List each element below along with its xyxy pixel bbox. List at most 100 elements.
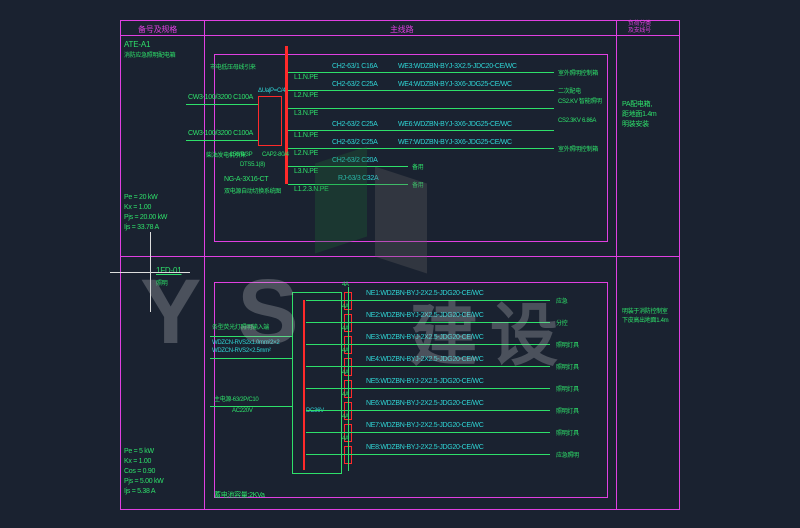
- wire: WE3:WDZBN-BYJ-3X2.5-JDC20-CE/WC: [398, 63, 517, 70]
- wire: WE6:WDZBN-BYJ-3X6-JDG25-CE/WC: [398, 121, 512, 128]
- note: 照明灯具: [556, 340, 579, 349]
- underline: [366, 454, 550, 455]
- underline: [366, 388, 550, 389]
- note: 备用: [412, 162, 423, 171]
- wire: NE8:WDZBN-BYJ-2X2.5-JDG20-CE/WC: [366, 444, 484, 451]
- misc2: CAP2-80/4: [262, 152, 289, 158]
- ph: L1.N.PE: [294, 74, 318, 81]
- ljs: Ijs = 33.78 A: [124, 224, 159, 231]
- note: 照明灯具: [556, 362, 579, 371]
- fuse-rating: 4A: [342, 326, 349, 332]
- panel2-id: 1FD-01: [156, 266, 181, 275]
- pjs2: Pjs = 5.00 kW: [124, 478, 163, 485]
- ljs2: Ijs = 5.38 A: [124, 488, 155, 495]
- feed-line: [210, 406, 292, 407]
- note: 二次配电: [558, 86, 581, 95]
- main-br: 主电源-63/2P/C10: [214, 394, 258, 403]
- mid-divider: [120, 256, 680, 257]
- note: 照明灯具: [556, 428, 579, 437]
- ckt-line: [288, 166, 408, 167]
- pjs: Pjs = 20.00 kW: [124, 214, 167, 221]
- feed-line: [186, 140, 258, 141]
- fuse-symbol: [344, 446, 352, 464]
- note: 备用: [412, 180, 423, 189]
- sw1: CW3-100/3200 C100A: [188, 94, 253, 101]
- ph: L1.2.3.N.PE: [294, 186, 328, 193]
- in-desc2: 条型荧光灯照明输入端: [212, 322, 269, 331]
- hdr-col1: 备号及规格: [138, 24, 177, 35]
- kx: Kx = 1.00: [124, 204, 151, 211]
- br: CH2-63/1 C16A: [332, 63, 378, 70]
- br: CH2-63/2 C25A: [332, 139, 378, 146]
- ckt-line: [288, 148, 554, 149]
- hdr-col3: 负荷分类 及支线号: [628, 21, 651, 35]
- misc1: 158/B/3P: [230, 152, 252, 158]
- top-right-note: PA配电箱, 距地面1.4m 明装安装: [622, 100, 656, 130]
- cad-canvas[interactable]: { "header": { "col1": "备号及规格", "col2": "…: [0, 0, 800, 528]
- note: 照明灯具: [556, 406, 579, 415]
- rcd-symbol: [258, 96, 282, 146]
- bus-bar-2: [303, 300, 305, 470]
- fuse-rating: 4A: [342, 414, 349, 420]
- ph: L3.N.PE: [294, 168, 318, 175]
- rcd-label: ΔUa|P=C/4: [258, 88, 285, 94]
- note: 应急: [556, 296, 567, 305]
- ckt-line: [288, 184, 408, 185]
- fuse-rating: 4A: [342, 392, 349, 398]
- underline: [366, 344, 550, 345]
- panel-id: ATE-A1: [124, 40, 150, 49]
- br: RJ-63/3 C32A: [338, 175, 378, 182]
- note: CS2.KV 智能照明: [558, 96, 602, 105]
- in-desc: 市电低压母线引来: [210, 62, 256, 71]
- note: 照明灯具: [556, 384, 579, 393]
- p2-right-note: 明装于消防控制室 下皮高出地面1.4m: [622, 308, 668, 326]
- ac: AC220V: [232, 408, 253, 414]
- col-sep: [616, 36, 617, 510]
- pe: Pe = 20 kW: [124, 194, 157, 201]
- ph: L1.N.PE: [294, 132, 318, 139]
- underline: [366, 432, 550, 433]
- cable1: WDZCN-RVS2x1.0mm²2×2: [212, 340, 279, 346]
- ckt-line: [288, 72, 554, 73]
- wire: NE4:WDZBN-BYJ-2X2.5-JDG20-CE/WC: [366, 356, 484, 363]
- header-divider: [616, 20, 617, 36]
- sw2: CW3-100/3200 C100A: [188, 130, 253, 137]
- note: 应急照明: [556, 450, 579, 459]
- ckt-line: [288, 108, 554, 109]
- wire: NE5:WDZBN-BYJ-2X2.5-JDG20-CE/WC: [366, 378, 484, 385]
- wire: NE1:WDZBN-BYJ-2X2.5-JDG20-CE/WC: [366, 290, 484, 297]
- wire: WE7:WDZBN-BYJ-3X6-JDG25-CE/WC: [398, 139, 512, 146]
- note: CS2.3KV 6.86A: [558, 118, 596, 124]
- panel2-sub: 照明: [156, 278, 167, 287]
- cursor-crosshair: [150, 232, 151, 312]
- fuse-rating: 4A: [342, 436, 349, 442]
- ct-note: 双电源自动切换系统图: [224, 186, 281, 195]
- ph: L3.N.PE: [294, 110, 318, 117]
- module-box: [292, 292, 342, 474]
- wire: NE2:WDZBN-BYJ-2X2.5-JDG20-CE/WC: [366, 312, 484, 319]
- ph: L2.N.PE: [294, 92, 318, 99]
- ckt-line: [288, 90, 554, 91]
- panel-id2: 消防应急照明配电箱: [124, 50, 175, 59]
- wire: WE4:WDZBN-BYJ-3X6-JDG25-CE/WC: [398, 81, 512, 88]
- wire: NE3:WDZBN-BYJ-2X2.5-JDG20-CE/WC: [366, 334, 484, 341]
- bus-bar: [285, 46, 288, 184]
- fuse-rating: 4A: [342, 282, 349, 288]
- ct: NG-A-3X16-CT: [224, 176, 268, 183]
- underline: [366, 300, 550, 301]
- feed-line: [210, 336, 292, 337]
- fuse-rating: 4A: [342, 348, 349, 354]
- underline: [366, 322, 550, 323]
- br: CH2-63/2 C25A: [332, 81, 378, 88]
- note: 室外照明控制箱: [558, 144, 598, 153]
- dts: DTS5.1(8): [240, 162, 265, 168]
- pe2: Pe = 5 kW: [124, 448, 154, 455]
- kx2: Kx = 1.00: [124, 458, 151, 465]
- underline: [366, 366, 550, 367]
- wire: NE7:WDZBN-BYJ-2X2.5-JDG20-CE/WC: [366, 422, 484, 429]
- note: 分控: [556, 318, 567, 327]
- ckt-line: [288, 130, 554, 131]
- br: CH2-63/2 C20A: [332, 157, 378, 164]
- fuse-rating: 4A: [342, 370, 349, 376]
- note: 室外照明控制箱: [558, 68, 598, 77]
